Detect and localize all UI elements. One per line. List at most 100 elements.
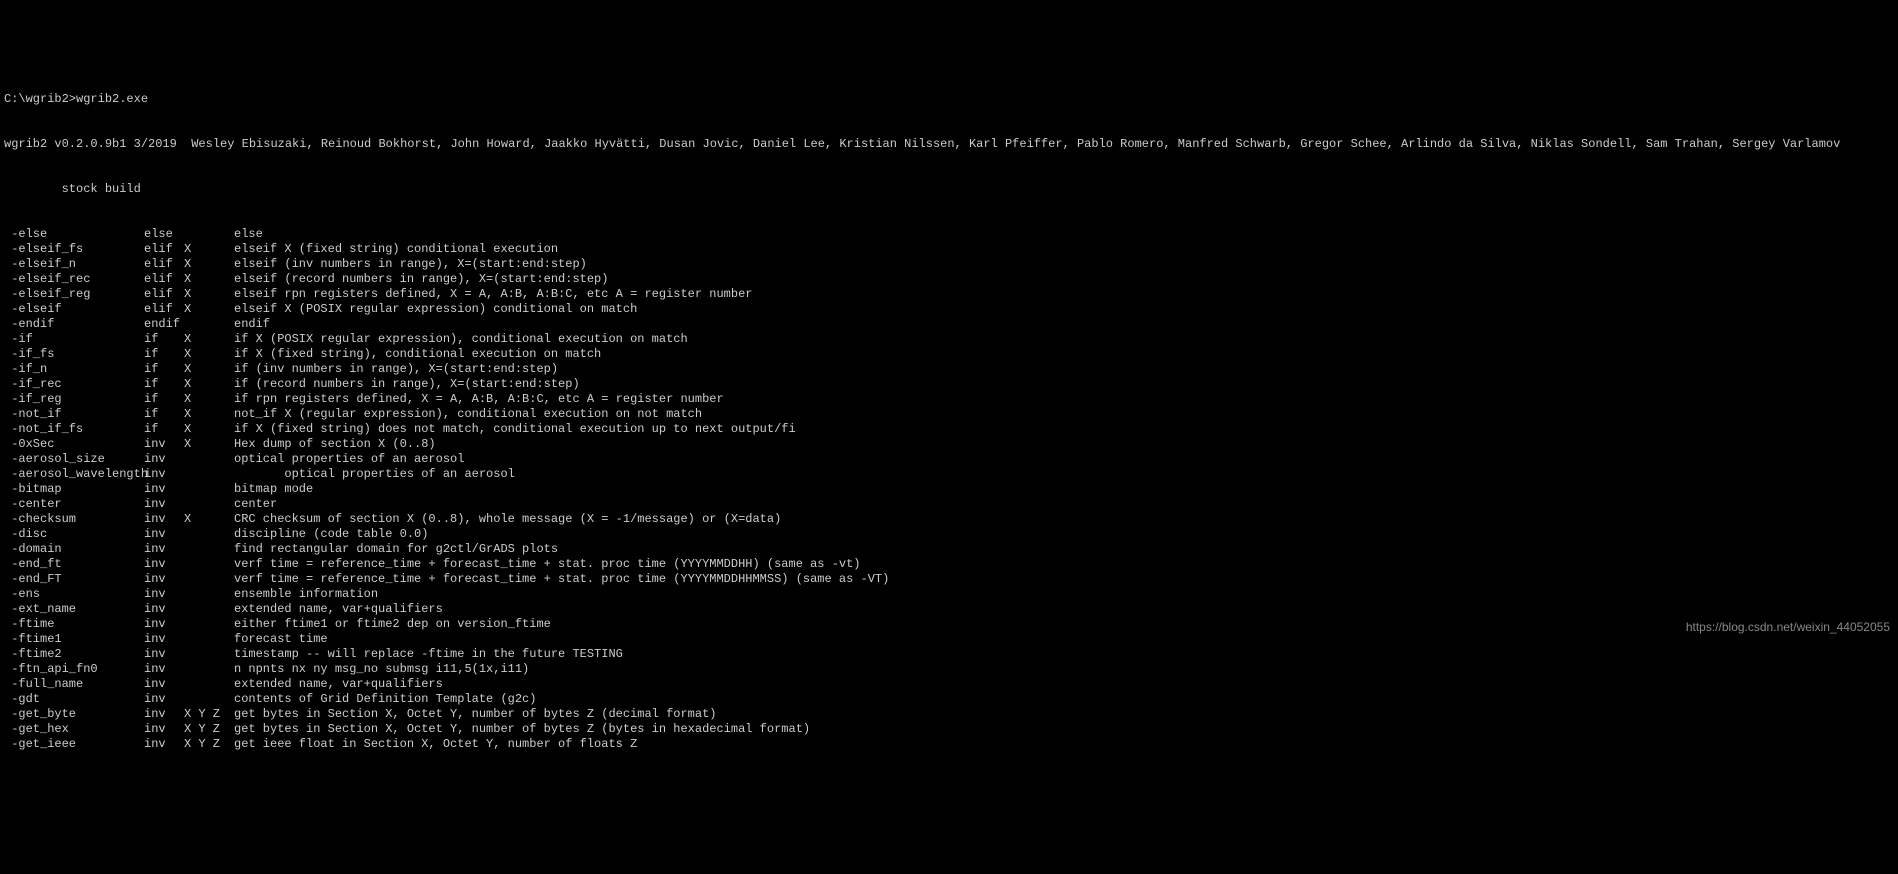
option-row: -not_ififXnot_if X (regular expression),… [4, 407, 1894, 422]
option-arg: X [184, 347, 234, 362]
option-description: either ftime1 or ftime2 dep on version_f… [234, 617, 551, 632]
option-arg: X Y Z [184, 722, 234, 737]
option-row: -get_ieeeinvX Y Zget ieee float in Secti… [4, 737, 1894, 752]
option-name: -elseif_n [4, 257, 144, 272]
option-type: elif [144, 272, 184, 287]
option-name: -if [4, 332, 144, 347]
option-type: inv [144, 452, 184, 467]
option-description: elseif X (POSIX regular expression) cond… [234, 302, 637, 317]
option-name: -get_byte [4, 707, 144, 722]
watermark-url: https://blog.csdn.net/weixin_44052055 [1686, 620, 1890, 635]
option-row: -ftn_api_fn0invn npnts nx ny msg_no subm… [4, 662, 1894, 677]
option-name: -center [4, 497, 144, 512]
option-row: -get_byteinvX Y Zget bytes in Section X,… [4, 707, 1894, 722]
option-description: elseif (inv numbers in range), X=(start:… [234, 257, 587, 272]
option-description: if rpn registers defined, X = A, A:B, A:… [234, 392, 724, 407]
option-type: inv [144, 497, 184, 512]
option-type: if [144, 377, 184, 392]
build-line: stock build [4, 182, 1894, 197]
option-name: -end_FT [4, 572, 144, 587]
option-type: inv [144, 482, 184, 497]
option-arg: X Y Z [184, 707, 234, 722]
option-description: verf time = reference_time + forecast_ti… [234, 572, 889, 587]
option-description: not_if X (regular expression), condition… [234, 407, 702, 422]
option-row: -endifendifendif [4, 317, 1894, 332]
option-type: inv [144, 707, 184, 722]
option-type: if [144, 392, 184, 407]
option-description: if X (fixed string) does not match, cond… [234, 422, 796, 437]
option-arg: X [184, 332, 234, 347]
option-description: extended name, var+qualifiers [234, 677, 443, 692]
option-description: elseif (record numbers in range), X=(sta… [234, 272, 608, 287]
option-type: if [144, 422, 184, 437]
option-type: inv [144, 692, 184, 707]
option-description: get bytes in Section X, Octet Y, number … [234, 707, 716, 722]
option-name: -bitmap [4, 482, 144, 497]
option-row: -ext_nameinvextended name, var+qualifier… [4, 602, 1894, 617]
option-description: ensemble information [234, 587, 378, 602]
option-name: -checksum [4, 512, 144, 527]
option-description: find rectangular domain for g2ctl/GrADS … [234, 542, 558, 557]
option-name: -else [4, 227, 144, 242]
option-arg: X [184, 257, 234, 272]
option-row: -elseifelifXelseif X (POSIX regular expr… [4, 302, 1894, 317]
option-type: inv [144, 602, 184, 617]
option-description: CRC checksum of section X (0..8), whole … [234, 512, 781, 527]
option-row: -if_recifXif (record numbers in range), … [4, 377, 1894, 392]
option-name: -not_if [4, 407, 144, 422]
option-type: inv [144, 722, 184, 737]
option-description: else [234, 227, 263, 242]
option-name: -ftime2 [4, 647, 144, 662]
option-name: -if_n [4, 362, 144, 377]
option-name: -ftn_api_fn0 [4, 662, 144, 677]
option-type: inv [144, 587, 184, 602]
option-type: if [144, 347, 184, 362]
option-type: inv [144, 467, 184, 482]
option-type: endif [144, 317, 184, 332]
option-row: -checksuminvXCRC checksum of section X (… [4, 512, 1894, 527]
option-row: -ftimeinveither ftime1 or ftime2 dep on … [4, 617, 1894, 632]
option-type: inv [144, 647, 184, 662]
option-arg: X [184, 302, 234, 317]
option-name: -domain [4, 542, 144, 557]
option-row: -end_ftinvverf time = reference_time + f… [4, 557, 1894, 572]
terminal-output: C:\wgrib2>wgrib2.exe wgrib2 v0.2.0.9b1 3… [0, 60, 1898, 769]
option-name: -end_ft [4, 557, 144, 572]
option-row: -gdtinvcontents of Grid Definition Templ… [4, 692, 1894, 707]
option-description: optical properties of an aerosol [234, 467, 515, 482]
option-name: -disc [4, 527, 144, 542]
option-arg: X [184, 407, 234, 422]
option-row: -not_if_fsifXif X (fixed string) does no… [4, 422, 1894, 437]
option-description: get ieee float in Section X, Octet Y, nu… [234, 737, 637, 752]
option-description: optical properties of an aerosol [234, 452, 464, 467]
option-description: elseif X (fixed string) conditional exec… [234, 242, 558, 257]
option-row: -discinvdiscipline (code table 0.0) [4, 527, 1894, 542]
option-name: -not_if_fs [4, 422, 144, 437]
option-name: -ext_name [4, 602, 144, 617]
option-description: verf time = reference_time + forecast_ti… [234, 557, 861, 572]
option-row: -bitmapinvbitmap mode [4, 482, 1894, 497]
option-description: endif [234, 317, 270, 332]
option-row: -ififXif X (POSIX regular expression), c… [4, 332, 1894, 347]
option-name: -elseif_rec [4, 272, 144, 287]
option-description: discipline (code table 0.0) [234, 527, 428, 542]
option-arg: X [184, 512, 234, 527]
option-type: inv [144, 437, 184, 452]
option-description: get bytes in Section X, Octet Y, number … [234, 722, 810, 737]
option-name: -ftime1 [4, 632, 144, 647]
option-type: else [144, 227, 184, 242]
option-list: -elseelseelse -elseif_fselifXelseif X (f… [4, 227, 1894, 752]
option-type: inv [144, 572, 184, 587]
option-type: inv [144, 737, 184, 752]
option-row: -elseelseelse [4, 227, 1894, 242]
option-row: -ftime2invtimestamp -- will replace -fti… [4, 647, 1894, 662]
option-description: Hex dump of section X (0..8) [234, 437, 436, 452]
option-row: -0xSecinvXHex dump of section X (0..8) [4, 437, 1894, 452]
option-name: -aerosol_size [4, 452, 144, 467]
option-arg: X [184, 422, 234, 437]
option-name: -ens [4, 587, 144, 602]
option-description: center [234, 497, 277, 512]
option-row: -ftime1invforecast time [4, 632, 1894, 647]
option-name: -aerosol_wavelength [4, 467, 144, 482]
option-type: if [144, 362, 184, 377]
